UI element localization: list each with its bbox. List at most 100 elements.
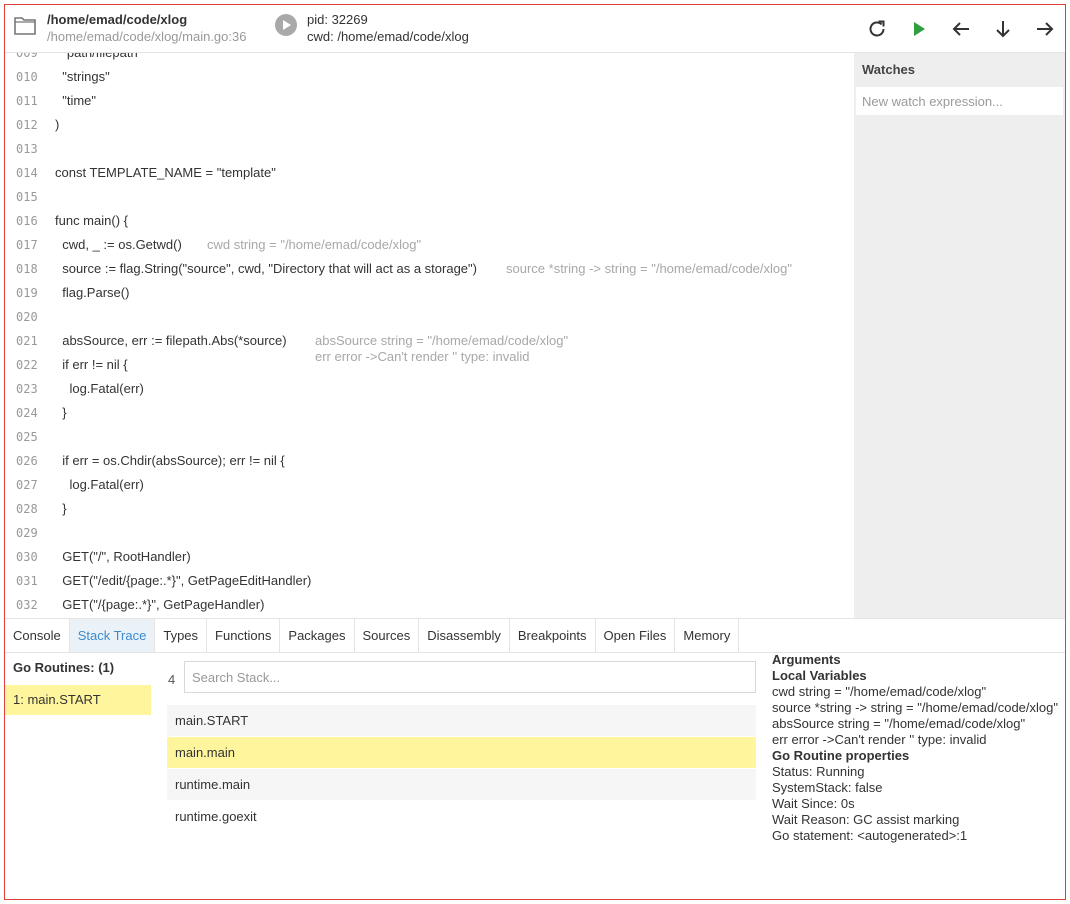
code-text: "strings" (55, 69, 110, 84)
stack-frame[interactable]: runtime.goexit (167, 801, 756, 832)
step-out-button[interactable] (949, 17, 973, 41)
line-number[interactable]: 031 (16, 569, 38, 593)
line-number[interactable]: 023 (16, 377, 38, 401)
tab-types[interactable]: Types (155, 619, 208, 652)
step-in-button[interactable] (991, 17, 1015, 41)
goroutine-property: Status: Running (772, 764, 865, 779)
line-number[interactable]: 030 (16, 545, 38, 569)
code-text: const TEMPLATE_NAME = "template" (55, 165, 276, 180)
line-number[interactable]: 009 (16, 53, 38, 65)
stack-frame-count: 4 (168, 672, 176, 687)
step-over-icon (1037, 22, 1054, 36)
local-variable: source *string -> string = "/home/emad/c… (772, 700, 1058, 715)
tab-console[interactable]: Console (5, 619, 70, 652)
watches-panel: Watches (854, 53, 1065, 618)
tab-sources[interactable]: Sources (355, 619, 420, 652)
stack-search-input[interactable] (184, 661, 756, 693)
stack-frame[interactable]: main.START (167, 705, 756, 736)
local-variable: cwd string = "/home/emad/code/xlog" (772, 684, 987, 699)
line-number[interactable]: 013 (16, 137, 38, 161)
watch-expression-input[interactable] (856, 87, 1063, 115)
step-in-icon (996, 21, 1010, 38)
code-text: if err != nil { (55, 357, 128, 372)
code-text: log.Fatal(err) (55, 381, 144, 396)
goroutine-property: Wait Since: 0s (772, 796, 855, 811)
goroutines-title: Go Routines: (1) (13, 660, 115, 675)
tab-memory[interactable]: Memory (675, 619, 740, 652)
local-variable: absSource string = "/home/emad/code/xlog… (772, 716, 1026, 731)
line-number[interactable]: 020 (16, 305, 38, 329)
inline-variable-value: source *string -> string = "/home/emad/c… (506, 261, 792, 276)
tab-disassembly[interactable]: Disassembly (419, 619, 510, 652)
process-cwd: cwd: /home/emad/code/xlog (307, 29, 469, 44)
continue-button[interactable] (907, 17, 931, 41)
watches-title: Watches (862, 62, 915, 77)
tab-functions[interactable]: Functions (207, 619, 281, 652)
stack-panel: 4 main.START main.main runtime.main runt… (163, 652, 759, 899)
local-variables-heading: Local Variables (772, 668, 867, 683)
line-number[interactable]: 017 (16, 233, 38, 257)
goroutine-properties-heading: Go Routine properties (772, 748, 910, 763)
line-number[interactable]: 024 (16, 401, 38, 425)
code-text: GET("/", RootHandler) (55, 549, 191, 564)
line-number[interactable]: 022 (16, 353, 38, 377)
line-number[interactable]: 014 (16, 161, 38, 185)
tab-stack-trace[interactable]: Stack Trace (69, 619, 156, 652)
goroutine-property: Wait Reason: GC assist marking (772, 812, 960, 827)
arguments-heading: Arguments (772, 652, 841, 667)
line-number[interactable]: 032 (16, 593, 38, 617)
line-number[interactable]: 026 (16, 449, 38, 473)
inline-variable-value: err error ->Can't render '' type: invali… (315, 349, 530, 364)
line-number[interactable]: 015 (16, 185, 38, 209)
tab-open-files[interactable]: Open Files (596, 619, 676, 652)
line-number[interactable]: 028 (16, 497, 38, 521)
local-variable: err error ->Can't render '' type: invali… (772, 732, 987, 747)
process-pid: pid: 32269 (307, 12, 368, 27)
code-text: "path/filepath" (55, 53, 142, 65)
step-out-icon (952, 22, 969, 36)
line-number[interactable]: 011 (16, 89, 38, 113)
line-number[interactable]: 019 (16, 281, 38, 305)
tab-breakpoints[interactable]: Breakpoints (510, 619, 596, 652)
goroutines-panel: Go Routines: (1) 1: main.START (5, 652, 153, 899)
reload-icon (869, 20, 885, 37)
code-text: cwd, _ := os.Getwd() (55, 237, 182, 252)
process-play-icon[interactable] (275, 14, 297, 36)
code-text: } (55, 501, 67, 516)
header-bar: /home/emad/code/xlog /home/emad/code/xlo… (5, 5, 1065, 53)
line-number[interactable]: 012 (16, 113, 38, 137)
line-number[interactable]: 021 (16, 329, 38, 353)
folder-icon[interactable] (14, 15, 36, 35)
line-number[interactable]: 029 (16, 521, 38, 545)
line-number[interactable]: 018 (16, 257, 38, 281)
code-text: } (55, 405, 67, 420)
goroutine-property: Go statement: <autogenerated>:1 (772, 828, 968, 843)
inline-variable-value: cwd string = "/home/emad/code/xlog" (207, 237, 422, 252)
code-text: "time" (55, 93, 97, 108)
code-text: flag.Parse() (55, 285, 130, 300)
project-path: /home/emad/code/xlog (47, 12, 188, 27)
line-number[interactable]: 027 (16, 473, 38, 497)
goroutine-item[interactable]: 1: main.START (5, 685, 151, 715)
bottom-tabs: Console Stack Trace Types Functions Pack… (5, 618, 1065, 653)
code-text: source := flag.String("source", cwd, "Di… (55, 261, 477, 276)
code-text: ) (55, 117, 60, 132)
goroutine-property: SystemStack: false (772, 780, 883, 795)
source-code-view: 009 "path/filepath" 010 "strings" 011 "tim… (5, 53, 854, 618)
code-text: log.Fatal(err) (55, 477, 144, 492)
reload-button[interactable] (865, 17, 889, 41)
stack-frame[interactable]: runtime.main (167, 769, 756, 800)
tab-packages[interactable]: Packages (280, 619, 355, 652)
current-location: /home/emad/code/xlog/main.go:36 (47, 29, 247, 44)
variables-panel: Arguments Local Variables cwd string = "… (772, 652, 1065, 899)
debugger-window: /home/emad/code/xlog /home/emad/code/xlo… (4, 4, 1066, 900)
code-text: absSource, err := filepath.Abs(*source) (55, 333, 287, 348)
stack-frame-selected[interactable]: main.main (167, 737, 756, 768)
code-text: GET("/edit/{page:.*}", GetPageEditHandle… (55, 573, 312, 588)
line-number[interactable]: 025 (16, 425, 38, 449)
step-over-button[interactable] (1033, 17, 1057, 41)
line-number[interactable]: 016 (16, 209, 38, 233)
code-text: if err = os.Chdir(absSource); err != nil… (55, 453, 285, 468)
code-text: func main() { (55, 213, 128, 228)
line-number[interactable]: 010 (16, 65, 38, 89)
